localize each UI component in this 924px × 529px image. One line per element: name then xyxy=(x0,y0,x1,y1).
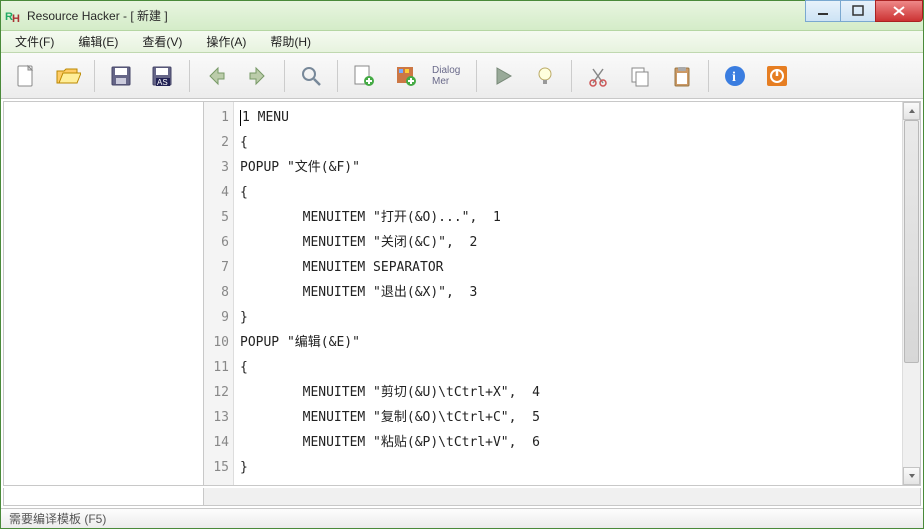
new-file-button[interactable] xyxy=(7,58,45,94)
toolbar-separator xyxy=(337,60,338,92)
add-resource-button[interactable] xyxy=(345,58,383,94)
editor-panel: 1234567891011121314151617 1 MENU{POPUP "… xyxy=(204,102,920,485)
menu-view[interactable]: 查看(V) xyxy=(134,31,190,52)
info-button[interactable]: i xyxy=(716,58,754,94)
menu-edit[interactable]: 编辑(E) xyxy=(70,31,126,52)
svg-text:i: i xyxy=(732,70,736,85)
svg-text:AS: AS xyxy=(157,78,168,87)
scroll-thumb[interactable] xyxy=(904,120,919,363)
menu-bar: 文件(F) 编辑(E) 查看(V) 操作(A) 帮助(H) xyxy=(1,31,923,53)
nav-forward-button[interactable] xyxy=(239,58,277,94)
dialog-label-1: Dialog xyxy=(432,65,460,76)
line-number-gutter: 1234567891011121314151617 xyxy=(204,102,234,485)
open-file-button[interactable] xyxy=(49,58,87,94)
menu-help[interactable]: 帮助(H) xyxy=(262,31,319,52)
status-bar: 需要编译模板 (F5) xyxy=(1,508,923,528)
app-icon: RH xyxy=(5,8,21,24)
menu-file[interactable]: 文件(F) xyxy=(7,31,62,52)
lightbulb-button[interactable] xyxy=(526,58,564,94)
window-title: Resource Hacker - [ 新建 ] xyxy=(27,7,168,24)
cut-button[interactable] xyxy=(579,58,617,94)
add-binary-button[interactable] xyxy=(387,58,425,94)
body-area: 1234567891011121314151617 1 MENU{POPUP "… xyxy=(3,101,921,486)
menu-action[interactable]: 操作(A) xyxy=(198,31,254,52)
toolbar-separator xyxy=(189,60,190,92)
dialog-label-2: Mer xyxy=(432,76,449,87)
minimize-button[interactable] xyxy=(805,0,841,22)
window-controls xyxy=(806,0,923,22)
paste-button[interactable] xyxy=(663,58,701,94)
save-button[interactable] xyxy=(102,58,140,94)
dialog-menu-button[interactable]: Dialog Mer xyxy=(429,58,469,94)
app-window: RH Resource Hacker - [ 新建 ] 文件(F) 编辑(E) … xyxy=(0,0,924,529)
toolbar-separator xyxy=(476,60,477,92)
close-button[interactable] xyxy=(875,0,923,22)
copy-button[interactable] xyxy=(621,58,659,94)
code-editor[interactable]: 1 MENU{POPUP "文件(&F)"{ MENUITEM "打开(&O).… xyxy=(234,102,902,485)
scroll-track[interactable] xyxy=(903,120,920,467)
scroll-up-arrow[interactable] xyxy=(903,102,920,120)
search-button[interactable] xyxy=(292,58,330,94)
save-as-button[interactable]: AS xyxy=(144,58,182,94)
toolbar-separator xyxy=(284,60,285,92)
maximize-button[interactable] xyxy=(840,0,876,22)
scroll-down-arrow[interactable] xyxy=(903,467,920,485)
vertical-scrollbar[interactable] xyxy=(902,102,920,485)
title-bar[interactable]: RH Resource Hacker - [ 新建 ] xyxy=(1,1,923,31)
status-text: 需要编译模板 (F5) xyxy=(9,510,106,527)
power-button[interactable] xyxy=(758,58,796,94)
toolbar-separator xyxy=(571,60,572,92)
tree-scroll-spacer xyxy=(4,488,204,505)
nav-back-button[interactable] xyxy=(197,58,235,94)
horizontal-scroll-row xyxy=(3,488,921,506)
toolbar-separator xyxy=(94,60,95,92)
toolbar-separator xyxy=(708,60,709,92)
svg-text:H: H xyxy=(12,13,20,24)
horizontal-scrollbar[interactable] xyxy=(204,488,920,505)
toolbar: AS Dialog Mer i xyxy=(1,53,923,99)
play-button[interactable] xyxy=(484,58,522,94)
resource-tree[interactable] xyxy=(4,102,204,485)
